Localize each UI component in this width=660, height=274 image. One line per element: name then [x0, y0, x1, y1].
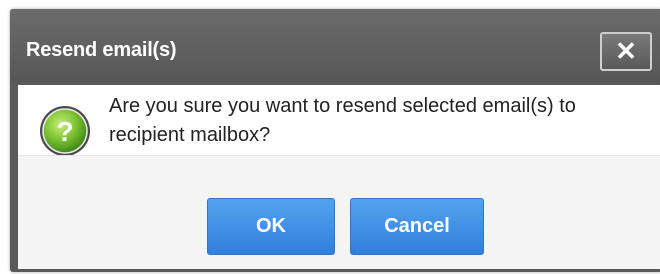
ok-button[interactable]: OK [207, 198, 335, 255]
svg-text:?: ? [56, 116, 73, 147]
dialog-title: Resend email(s) [26, 39, 177, 61]
dialog-footer [18, 155, 660, 269]
cancel-button[interactable]: Cancel [350, 198, 484, 255]
resend-email-dialog: Resend email(s) ✕ ? Are you sure you wan… [10, 9, 660, 272]
confirm-message: Are you sure you want to resend selected… [109, 95, 576, 146]
close-icon: ✕ [615, 36, 637, 66]
question-icon: ? [40, 106, 90, 156]
close-button[interactable]: ✕ [600, 32, 652, 71]
dialog-titlebar: Resend email(s) ✕ [10, 9, 660, 82]
